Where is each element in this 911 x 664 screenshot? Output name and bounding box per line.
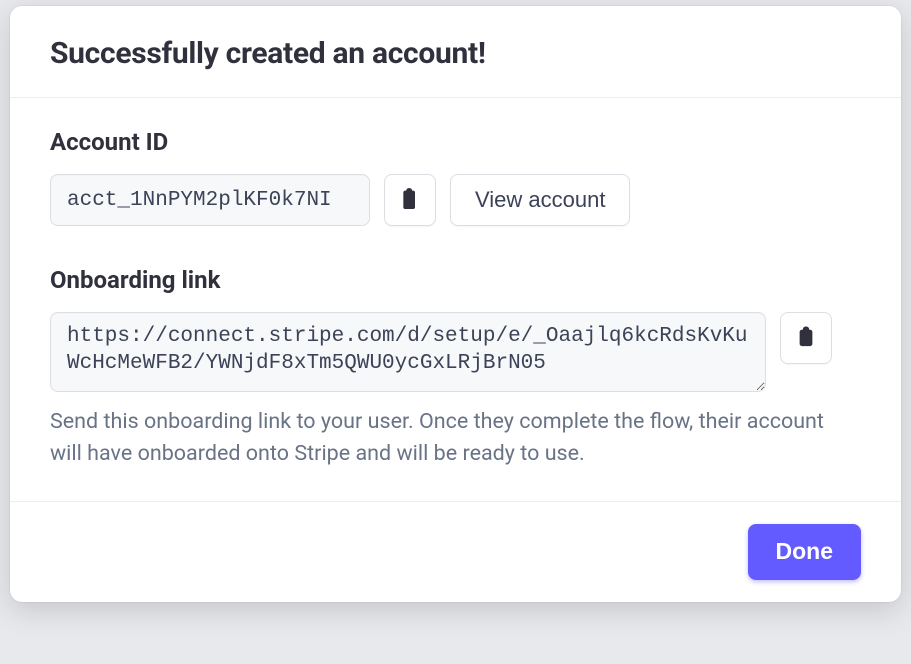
modal-title: Successfully created an account! — [50, 36, 861, 71]
modal-body: Account ID View account Onboarding link — [10, 98, 901, 501]
success-modal: Successfully created an account! Account… — [10, 6, 901, 602]
copy-onboarding-link-button[interactable] — [780, 312, 832, 364]
modal-header: Successfully created an account! — [10, 6, 901, 98]
onboarding-link-row — [50, 312, 861, 392]
clipboard-icon — [400, 187, 420, 214]
clipboard-icon — [796, 325, 816, 352]
account-id-input[interactable] — [50, 174, 370, 226]
modal-footer: Done — [10, 501, 901, 602]
copy-account-id-button[interactable] — [384, 174, 436, 226]
done-button[interactable]: Done — [748, 524, 862, 580]
onboarding-helper-text: Send this onboarding link to your user. … — [50, 406, 850, 471]
onboarding-link-input[interactable] — [50, 312, 766, 392]
view-account-button[interactable]: View account — [450, 174, 630, 226]
account-id-row: View account — [50, 174, 861, 226]
account-id-label: Account ID — [50, 128, 861, 156]
onboarding-link-label: Onboarding link — [50, 266, 861, 294]
